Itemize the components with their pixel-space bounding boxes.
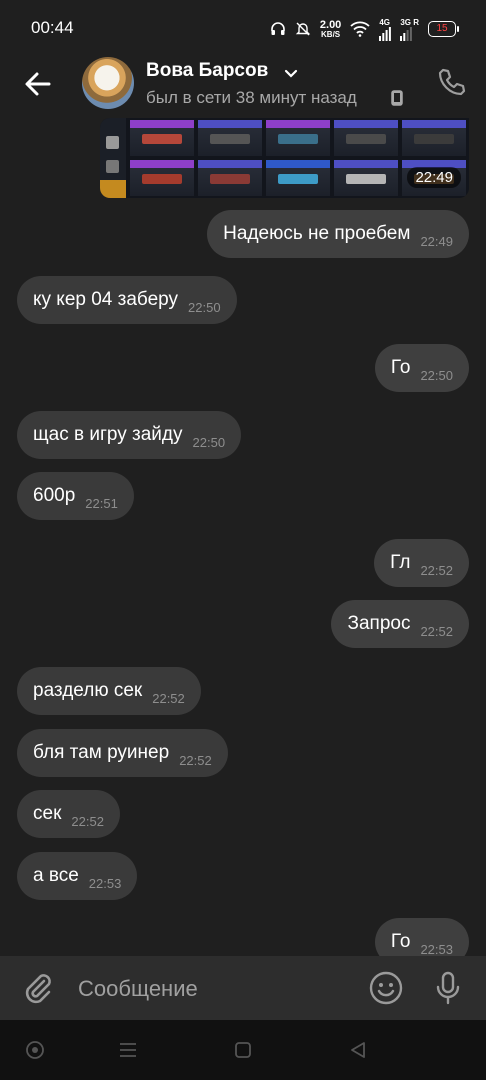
network-speed: 2.00 KB/S [319,18,342,39]
message-bubble-in[interactable]: 600р 22:51 [17,472,134,520]
message-time: 22:52 [420,563,453,578]
message-bubble-in[interactable]: щас в игру зайду 22:50 [17,411,242,459]
message-time: 22:52 [71,814,104,829]
message-bubble-in[interactable]: бля там руинер 22:52 [17,729,228,777]
message-text: а все [33,865,79,886]
screenshot-sidebar [100,118,126,198]
assistant-icon[interactable] [25,1040,45,1060]
message-time: 22:50 [420,368,453,383]
chat-header: Вова Барсов был в сети 38 минут назад [0,56,486,112]
message-text: 600р [33,485,76,506]
message-time: 22:49 [420,234,453,249]
signal-4g: 4G [379,18,392,41]
screenshot-tile [198,120,262,156]
message-text: бля там руинер [33,742,170,763]
message-composer: Сообщение [0,956,486,1020]
message-time: 22:50 [192,435,226,450]
home-icon[interactable] [233,1040,253,1060]
message-time: 22:52 [152,691,185,706]
message-text: Надеюсь не проебем [223,223,411,244]
screenshot-tile [334,160,398,196]
signal-3g: 3G R [400,18,419,41]
back-triangle-icon[interactable] [348,1040,368,1060]
voice-message-button[interactable] [432,970,464,1011]
screenshot-tile [402,120,466,156]
battery-indicator: 15 [428,21,459,37]
message-text: ку кер 04 заберу [33,289,179,310]
screenshot-tile [198,160,262,196]
mute-bell-icon [295,21,311,37]
message-time: 22:53 [88,876,122,891]
screenshot-rail-icon [106,160,119,173]
message-bubble-out[interactable]: Го 22:50 [374,344,469,392]
message-input[interactable]: Сообщение [78,976,198,1002]
message-time: 22:50 [188,300,221,315]
message-bubble-in[interactable]: сек 22:52 [17,790,120,838]
status-time: 00:44 [31,18,74,37]
message-text: Го [390,357,411,378]
system-navigation-bar [0,1020,486,1080]
smile-icon [369,971,403,1005]
screenshot-rail-icon [100,180,126,198]
message-bubble-in[interactable]: разделю сек 22:52 [17,667,201,715]
last-seen-status: был в сети 38 минут назад [146,88,357,107]
message-bubble-out[interactable]: Надеюсь не проебем 22:49 [207,210,469,258]
message-text: Запрос [347,613,411,634]
phone-device-icon [391,90,403,106]
message-time: 22:52 [179,753,212,768]
message-time: 22:52 [420,624,453,639]
phone-icon [438,68,466,96]
status-icons: 2.00 KB/S 4G 3G R 15 [270,16,459,42]
emoji-button[interactable] [368,970,404,1011]
arrow-left-icon [25,72,51,96]
back-button[interactable] [20,66,56,102]
message-text: Гл [390,552,411,573]
message-bubble-out[interactable]: Гл 22:52 [374,539,469,587]
message-time: 22:49 [407,167,461,188]
image-message[interactable]: 22:49 [100,118,469,198]
wifi-icon [350,21,370,37]
message-bubble-in[interactable]: а все 22:53 [17,852,138,900]
screenshot-tile [266,120,330,156]
message-text: щас в игру зайду [33,424,183,445]
avatar[interactable] [82,57,134,109]
signal-bars-icon [379,26,392,41]
screenshot-tile [334,120,398,156]
message-time: 22:51 [85,496,118,511]
signal-bars-icon [400,26,413,41]
screenshot-tile [130,120,194,156]
attach-button[interactable] [20,970,56,1011]
paperclip-icon [25,974,51,1004]
status-bar: 00:44 2.00 KB/S 4G 3G R 15 [0,0,486,56]
contact-name[interactable]: Вова Барсов [146,60,268,82]
screenshot-rail-icon [106,136,119,149]
message-bubble-in[interactable]: ку кер 04 заберу 22:50 [17,276,237,324]
screenshot-tile [266,160,330,196]
menu-icon[interactable] [118,1040,138,1060]
message-bubble-out[interactable]: Запрос 22:52 [331,600,469,648]
message-text: сек [33,803,62,824]
chevron-down-icon[interactable] [284,69,298,79]
call-button[interactable] [434,66,468,105]
screenshot-tile [130,160,194,196]
headphones-icon [270,21,286,37]
message-text: разделю сек [33,680,143,701]
microphone-icon [436,971,460,1005]
